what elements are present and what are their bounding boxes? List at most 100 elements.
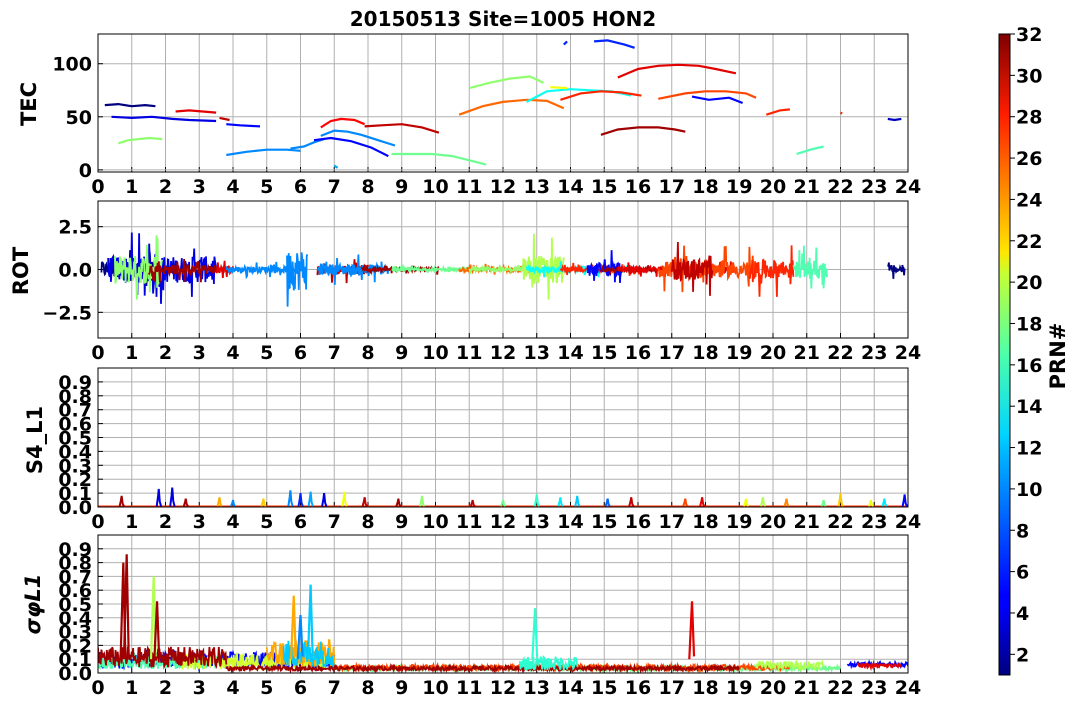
x-tick-label: 16 xyxy=(625,342,651,364)
panel-sigma-phi-l1: 0 1 2 3 4 5 6 7 8 9 10 11 12 13 14 15 16 17 18 19 20 21 22 23 24… xyxy=(58,534,921,699)
x-tick-label: 14 xyxy=(557,677,583,699)
colorbar-tick-label: 18 xyxy=(1016,313,1042,335)
x-tick-label: 1 xyxy=(125,342,138,364)
chart-title: 20150513 Site=1005 HON2 xyxy=(350,7,656,31)
x-tick-label: 18 xyxy=(692,342,718,364)
x-tick-label: 22 xyxy=(827,342,853,364)
panel-rot: 0 1 2 3 4 5 6 7 8 9 10 11 12 13 14 15 16 17 18 19 20 21 22 23 24… xyxy=(42,200,921,364)
x-tick-label: 5 xyxy=(260,342,273,364)
x-tick-label: 3 xyxy=(193,176,206,198)
x-tick-label: 8 xyxy=(361,342,374,364)
x-tick-label: 12 xyxy=(490,511,516,533)
colorbar-tick-label: 8 xyxy=(1016,520,1029,542)
x-tick-label: 4 xyxy=(226,176,239,198)
x-tick-label: 14 xyxy=(557,342,583,364)
x-tick-label: 9 xyxy=(395,677,408,699)
x-tick-label: 7 xyxy=(328,677,341,699)
x-tick-label: 20 xyxy=(760,176,786,198)
y-tick-label: 0 xyxy=(79,160,92,182)
x-tick-label: 21 xyxy=(794,511,820,533)
x-tick-label: 14 xyxy=(557,511,583,533)
x-tick-label: 2 xyxy=(159,511,172,533)
x-tick-label: 18 xyxy=(692,511,718,533)
x-tick-label: 7 xyxy=(328,176,341,198)
s4-axis-label: S4_L1 xyxy=(23,406,47,474)
x-tick-label: 13 xyxy=(524,677,550,699)
x-tick-label: 16 xyxy=(625,677,651,699)
colorbar: 2468101214161820222426283032 xyxy=(998,24,1042,676)
x-tick-label: 0 xyxy=(91,677,104,699)
x-tick-label: 1 xyxy=(125,511,138,533)
x-tick-label: 17 xyxy=(659,511,685,533)
x-tick-label: 4 xyxy=(226,511,239,533)
x-tick-label: 3 xyxy=(193,511,206,533)
x-tick-label: 8 xyxy=(361,677,374,699)
x-tick-label: 23 xyxy=(861,677,887,699)
colorbar-tick-label: 28 xyxy=(1016,107,1042,129)
x-tick-label: 0 xyxy=(91,511,104,533)
x-tick-label: 0 xyxy=(91,176,104,198)
x-tick-label: 22 xyxy=(827,176,853,198)
y-tick-label: 50 xyxy=(66,107,92,129)
colorbar-tick-label: 2 xyxy=(1016,644,1029,666)
x-tick-label: 10 xyxy=(422,342,448,364)
x-tick-label: 6 xyxy=(294,511,307,533)
x-tick-label: 11 xyxy=(456,677,482,699)
colorbar-tick-label: 16 xyxy=(1016,355,1042,377)
panel-s4-l1: 0 1 2 3 4 5 6 7 8 9 10 11 12 13 14 15 16 17 18 19 20 21 22 23 24… xyxy=(58,367,921,533)
x-tick-label: 19 xyxy=(726,511,752,533)
x-tick-label: 4 xyxy=(226,342,239,364)
x-tick-label: 10 xyxy=(422,511,448,533)
x-tick-label: 16 xyxy=(625,511,651,533)
tec-axis-label: TEC xyxy=(17,82,41,126)
x-tick-label: 12 xyxy=(490,677,516,699)
colorbar-tick-label: 24 xyxy=(1016,189,1042,211)
x-tick-label: 24 xyxy=(895,176,921,198)
x-tick-label: 17 xyxy=(659,677,685,699)
x-tick-label: 13 xyxy=(524,342,550,364)
colorbar-tick-label: 4 xyxy=(1016,603,1029,625)
sigma-axis-label: σφL1 xyxy=(21,574,45,635)
tec-series-prn-20 xyxy=(550,86,568,90)
x-tick-label: 15 xyxy=(591,511,617,533)
colorbar-tick-label: 22 xyxy=(1016,231,1042,253)
x-tick-label: 5 xyxy=(260,677,273,699)
x-tick-label: 10 xyxy=(422,677,448,699)
x-tick-label: 9 xyxy=(395,511,408,533)
y-tick-label: 0.9 xyxy=(58,372,92,394)
x-tick-label: 3 xyxy=(193,677,206,699)
colorbar-tick-label: 20 xyxy=(1016,272,1042,294)
x-tick-label: 24 xyxy=(895,677,921,699)
x-tick-label: 11 xyxy=(456,176,482,198)
x-tick-label: 19 xyxy=(726,677,752,699)
colorbar-label: PRN# xyxy=(1046,323,1070,390)
x-tick-label: 4 xyxy=(226,677,239,699)
x-tick-label: 24 xyxy=(895,342,921,364)
x-tick-label: 7 xyxy=(328,342,341,364)
y-tick-label: −2.5 xyxy=(42,302,92,324)
x-tick-label: 16 xyxy=(625,176,651,198)
panel-tec: 0 1 2 3 4 5 6 7 8 9 10 11 12 13 14 15 16 17 18 19 20 21 22 23 24… xyxy=(52,33,921,198)
x-tick-label: 12 xyxy=(490,342,516,364)
x-tick-label: 6 xyxy=(294,677,307,699)
x-tick-label: 8 xyxy=(361,511,374,533)
x-tick-label: 23 xyxy=(861,176,887,198)
x-tick-label: 12 xyxy=(490,176,516,198)
x-tick-label: 24 xyxy=(895,511,921,533)
x-tick-label: 20 xyxy=(760,677,786,699)
x-tick-label: 23 xyxy=(861,511,887,533)
x-tick-label: 22 xyxy=(827,677,853,699)
tec-series-prn-27 xyxy=(839,111,843,115)
x-tick-label: 8 xyxy=(361,176,374,198)
x-tick-label: 13 xyxy=(524,176,550,198)
x-tick-label: 17 xyxy=(659,342,685,364)
x-tick-label: 18 xyxy=(692,176,718,198)
x-tick-label: 1 xyxy=(125,677,138,699)
x-tick-label: 20 xyxy=(760,511,786,533)
tec-series-prn-3 xyxy=(887,117,902,122)
x-tick-label: 23 xyxy=(861,342,887,364)
x-tick-label: 15 xyxy=(591,677,617,699)
x-tick-label: 9 xyxy=(395,176,408,198)
x-tick-label: 22 xyxy=(827,511,853,533)
colorbar-tick-label: 30 xyxy=(1016,65,1042,87)
